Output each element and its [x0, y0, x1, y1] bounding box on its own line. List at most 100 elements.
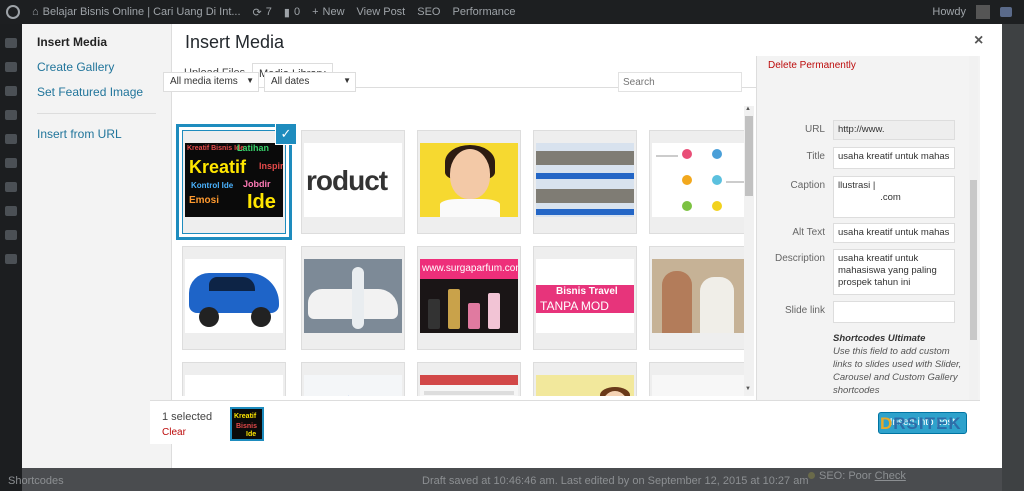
thumb-image-colors — [185, 375, 283, 396]
delete-permanently-link[interactable]: Delete Permanently — [768, 60, 856, 71]
attachment-filters: All media items ▼ All dates ▼ — [163, 70, 743, 94]
scroll-down-icon[interactable]: ▼ — [745, 386, 751, 392]
selection-count: 1 selected — [162, 411, 213, 423]
thumb-shape — [488, 293, 500, 329]
media-icon — [5, 86, 17, 96]
attachment-thumb[interactable] — [417, 362, 521, 396]
media-type-select[interactable]: All media items ▼ — [163, 72, 259, 92]
comments-link[interactable]: ▮ 0 — [284, 6, 300, 19]
search-input[interactable] — [618, 72, 742, 92]
menu-item-create-gallery[interactable]: Create Gallery — [22, 55, 171, 80]
watermark-part-2: RSITEK — [893, 414, 962, 433]
thumb-shape — [536, 173, 634, 179]
sidebar-item-shortcodes: Shortcodes — [8, 475, 64, 487]
thumb-text-travel-2: TANPA MOD — [540, 299, 609, 313]
alt-text-field[interactable]: usaha kreatif untuk mahas — [833, 223, 955, 243]
home-icon: ⌂ — [32, 6, 39, 18]
thumb-shape — [662, 271, 692, 333]
site-name-link[interactable]: ⌂ Belajar Bisnis Online | Cari Uang Di In… — [32, 6, 241, 18]
media-toolbar: 1 selected Clear Kreatif Bisnis Ide Insert… — [150, 400, 980, 444]
thumb-shape — [450, 149, 490, 199]
howdy-link[interactable]: Howdy — [932, 6, 966, 18]
scroll-up-icon[interactable]: ▲ — [745, 106, 751, 112]
attachments-grid: Kreatif Bisnis Ide Latihan Kreatif Inspi… — [158, 106, 754, 396]
modal-title: Insert Media — [185, 32, 285, 52]
wordpress-logo-icon[interactable] — [6, 5, 20, 19]
performance-link[interactable]: Performance — [452, 6, 515, 18]
menu-separator — [37, 113, 156, 114]
thumb-shape — [251, 307, 271, 327]
attachment-thumb[interactable]: Bisnis Travel TANPA MOD — [533, 246, 637, 350]
updates-link[interactable]: ⟳ 7 — [253, 6, 272, 19]
selected-attachment-thumb[interactable]: Kreatif Bisnis Ide — [230, 407, 264, 441]
description-label: Description — [774, 253, 825, 264]
admin-bar: ⌂ Belajar Bisnis Online | Cari Uang Di In… — [0, 0, 1024, 24]
attachment-details: Delete Permanently URL http://www. Title… — [756, 56, 980, 400]
thumb-image-couple — [652, 259, 750, 333]
caption-field[interactable]: llustrasi | .com — [833, 176, 955, 218]
date-select[interactable]: All dates ▼ — [264, 72, 356, 92]
attachment-thumb[interactable] — [417, 130, 521, 234]
new-link[interactable]: + New — [312, 6, 344, 18]
thumb-shape — [352, 267, 364, 329]
seo-status-text: SEO: Poor — [819, 470, 872, 482]
menu-item-set-featured-image[interactable]: Set Featured Image — [22, 80, 171, 105]
updates-count: 7 — [265, 6, 272, 18]
comments-icon — [5, 134, 17, 144]
chevron-down-icon: ▼ — [246, 76, 254, 85]
thumb-image-blank — [652, 375, 750, 396]
attachment-thumb[interactable] — [301, 362, 405, 396]
comment-icon: ▮ — [283, 6, 290, 19]
scroll-thumb[interactable] — [745, 116, 753, 196]
menu-item-insert-from-url[interactable]: Insert from URL — [22, 122, 171, 147]
avatar[interactable] — [976, 5, 990, 19]
grid-scrollbar[interactable]: ▲ ▼ — [744, 106, 754, 396]
backdrop-right — [1002, 24, 1024, 491]
thumb-image-perfume: www.surgaparfum.com — [420, 259, 518, 333]
alt-text-label: Alt Text — [792, 227, 825, 238]
new-label: New — [322, 6, 345, 18]
thumb-shape — [700, 277, 734, 333]
attachment-thumb[interactable]: Kreatif Bisnis Ide Latihan Kreatif Inspi… — [182, 130, 286, 234]
scroll-thumb[interactable] — [970, 180, 977, 340]
attachment-thumb[interactable]: www.surgaparfum.com — [417, 246, 521, 350]
thumb-shape — [712, 149, 722, 159]
thumb-shape — [536, 209, 634, 215]
details-scrollbar[interactable] — [969, 56, 978, 400]
view-post-link[interactable]: View Post — [357, 6, 406, 18]
attachment-thumb[interactable] — [649, 246, 753, 350]
attachment-thumb[interactable] — [182, 362, 286, 396]
slide-link-field[interactable] — [833, 301, 955, 323]
caption-label: Caption — [790, 180, 825, 191]
thumb-shape — [682, 149, 692, 159]
clear-selection-link[interactable]: Clear — [162, 427, 186, 438]
thumb-text-product: roduct — [306, 165, 388, 196]
thumb-shape — [712, 175, 722, 185]
attachment-thumb[interactable] — [301, 246, 405, 350]
thumb-shape — [348, 395, 349, 396]
comments-count: 0 — [293, 6, 301, 18]
title-field[interactable]: usaha kreatif untuk mahas — [833, 147, 955, 169]
shortcodes-help-title: Shortcodes Ultimate — [833, 333, 926, 344]
attachment-thumb[interactable] — [182, 246, 286, 350]
attachment-thumb[interactable] — [649, 362, 753, 396]
screen-icon[interactable] — [1000, 7, 1012, 17]
seo-link[interactable]: SEO — [417, 6, 440, 18]
thumb-shape — [468, 303, 480, 329]
attachment-thumb[interactable] — [649, 130, 753, 234]
description-field[interactable]: usaha kreatif untuk mahasiswa yang palin… — [833, 249, 955, 295]
thumb-image-car — [185, 259, 283, 333]
thumb-image-travel: Bisnis Travel TANPA MOD — [536, 259, 634, 333]
attachment-thumb[interactable]: roduct — [301, 130, 405, 234]
admin-sidebar — [0, 24, 22, 491]
attachment-thumb[interactable] — [533, 130, 637, 234]
settings-icon — [5, 254, 17, 264]
close-icon[interactable]: × — [974, 32, 983, 50]
menu-item-insert-media[interactable]: Insert Media — [22, 30, 171, 55]
check-icon[interactable]: ✓ — [276, 124, 296, 144]
draft-status: Draft saved at 10:46:46 am. Last edited … — [422, 475, 808, 487]
attachment-thumb[interactable] — [533, 362, 637, 396]
thumb-shape — [420, 375, 518, 385]
url-field[interactable]: http://www. — [833, 120, 955, 140]
shortcodes-help-text: Use this field to add custom links to sl… — [833, 346, 962, 396]
